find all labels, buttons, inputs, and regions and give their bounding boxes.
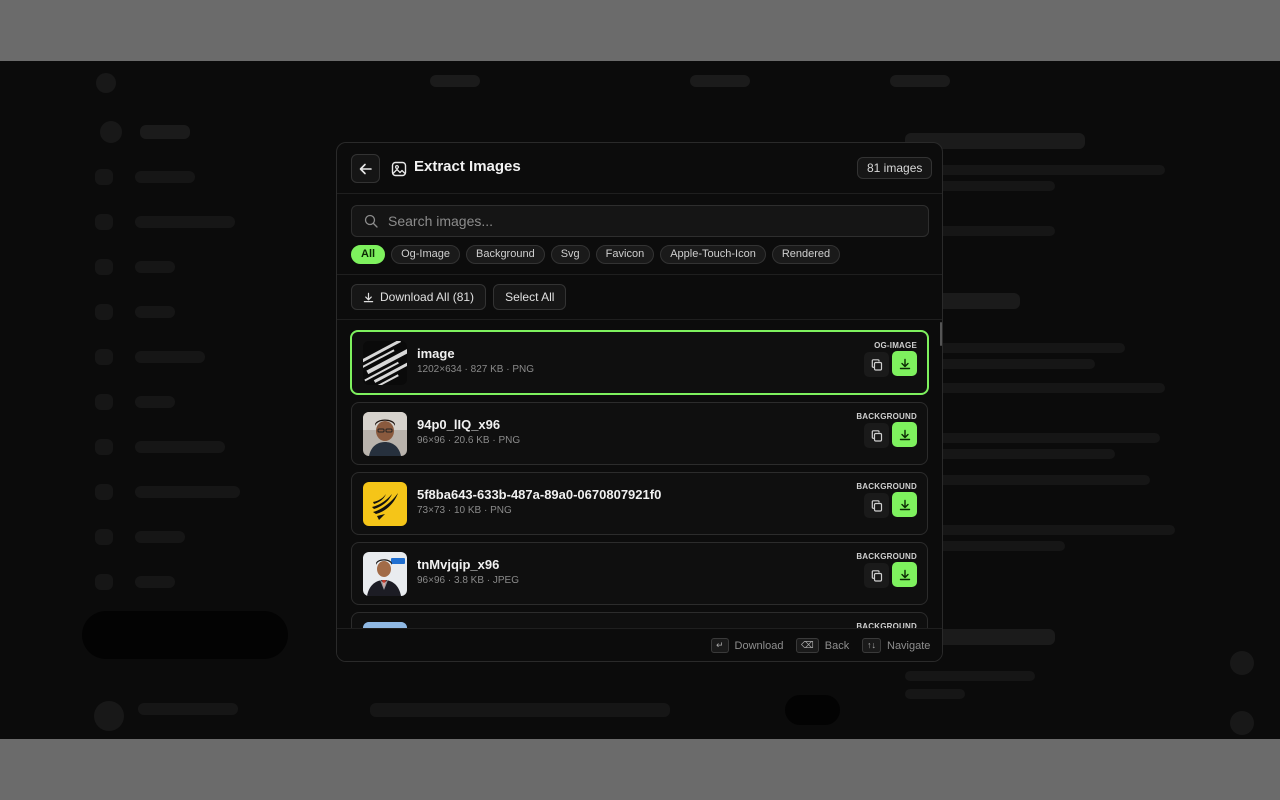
image-thumbnail [363,412,407,456]
search-box[interactable] [351,205,929,237]
modal-title: Extract Images [414,158,521,175]
copy-icon [871,429,882,442]
image-meta: 73×73 · 10 KB · PNG [417,505,512,516]
backspace-key: ⌫ [796,638,819,653]
image-icon [391,161,407,177]
filter-chip-favicon[interactable]: Favicon [595,245,655,264]
image-count-badge: 81 images [857,157,933,179]
divider [337,274,942,275]
image-row[interactable]: image 1202×634 · 827 KB · PNG OG-IMAGE [350,330,929,395]
image-thumbnail [363,341,407,385]
image-meta: 1202×634 · 827 KB · PNG [417,364,535,375]
browser-top-bar [0,0,1280,61]
image-row[interactable]: 5f8ba643-633b-487a-89a0-0670807921f0 73×… [351,472,928,535]
filter-chip-apple-touch-icon[interactable]: Apple-Touch-Icon [660,245,766,264]
bulk-actions: Download All (81) Select All [351,284,567,310]
download-icon [899,429,910,440]
back-button[interactable] [351,154,380,183]
copy-icon [871,358,882,371]
extract-images-modal: Extract Images 81 images All Og-Image Ba… [336,142,943,662]
download-all-label: Download All (81) [380,290,475,304]
download-icon [363,292,374,302]
hint-download: ↵ Download [711,638,783,653]
image-type-label: BACKGROUND [856,482,917,491]
image-meta: 96×96 · 20.6 KB · PNG [417,435,521,446]
image-row[interactable]: BACKGROUND [351,612,928,628]
modal-header: Extract Images 81 images [337,143,942,194]
search-input[interactable] [388,206,918,236]
image-name: image [417,346,455,361]
download-icon [899,358,910,369]
filter-chip-svg[interactable]: Svg [550,245,590,264]
hint-label: Download [734,639,784,652]
image-name: tnMvjqip_x96 [417,557,500,572]
hint-label: Navigate [887,639,931,652]
hint-label: Back [824,639,850,652]
filter-chips: All Og-Image Background Svg Favicon Appl… [351,245,841,264]
browser-bottom-bar [0,739,1280,800]
image-type-label: BACKGROUND [856,412,917,421]
copy-button[interactable] [864,352,889,377]
download-all-button[interactable]: Download All (81) [351,284,487,310]
image-row[interactable]: 94p0_lIQ_x96 96×96 · 20.6 KB · PNG BACKG… [351,402,928,465]
select-all-button[interactable]: Select All [493,284,567,310]
download-button[interactable] [892,492,917,517]
scrollbar-thumb[interactable] [940,322,942,346]
image-type-label: OG-IMAGE [874,341,917,350]
image-thumbnail [363,552,407,596]
enter-key: ↵ [711,638,729,653]
copy-icon [871,569,882,582]
filter-chip-background[interactable]: Background [465,245,545,264]
copy-button[interactable] [864,563,889,588]
arrow-left-icon [359,163,372,174]
download-icon [899,499,910,510]
download-button[interactable] [892,562,917,587]
image-thumbnail [363,482,407,526]
image-name: 5f8ba643-633b-487a-89a0-0670807921f0 [417,487,662,502]
download-button[interactable] [892,351,917,376]
filter-chip-all[interactable]: All [351,245,386,264]
arrow-keys: ↑↓ [862,638,881,653]
copy-button[interactable] [864,423,889,448]
keyboard-hints-footer: ↵ Download ⌫ Back ↑↓ Navigate [337,628,942,661]
copy-icon [871,499,882,512]
image-list[interactable]: image 1202×634 · 827 KB · PNG OG-IMAGE 9… [337,320,942,628]
image-row[interactable]: tnMvjqip_x96 96×96 · 3.8 KB · JPEG BACKG… [351,542,928,605]
filter-chip-og-image[interactable]: Og-Image [391,245,460,264]
image-name: 94p0_lIQ_x96 [417,417,501,432]
copy-button[interactable] [864,493,889,518]
hint-navigate: ↑↓ Navigate [862,638,930,653]
hint-back: ⌫ Back [796,638,849,653]
download-icon [899,569,910,580]
filter-chip-rendered[interactable]: Rendered [771,245,841,264]
search-icon [364,214,378,228]
image-meta: 96×96 · 3.8 KB · JPEG [417,575,519,586]
image-type-label: BACKGROUND [856,552,917,561]
download-button[interactable] [892,422,917,447]
